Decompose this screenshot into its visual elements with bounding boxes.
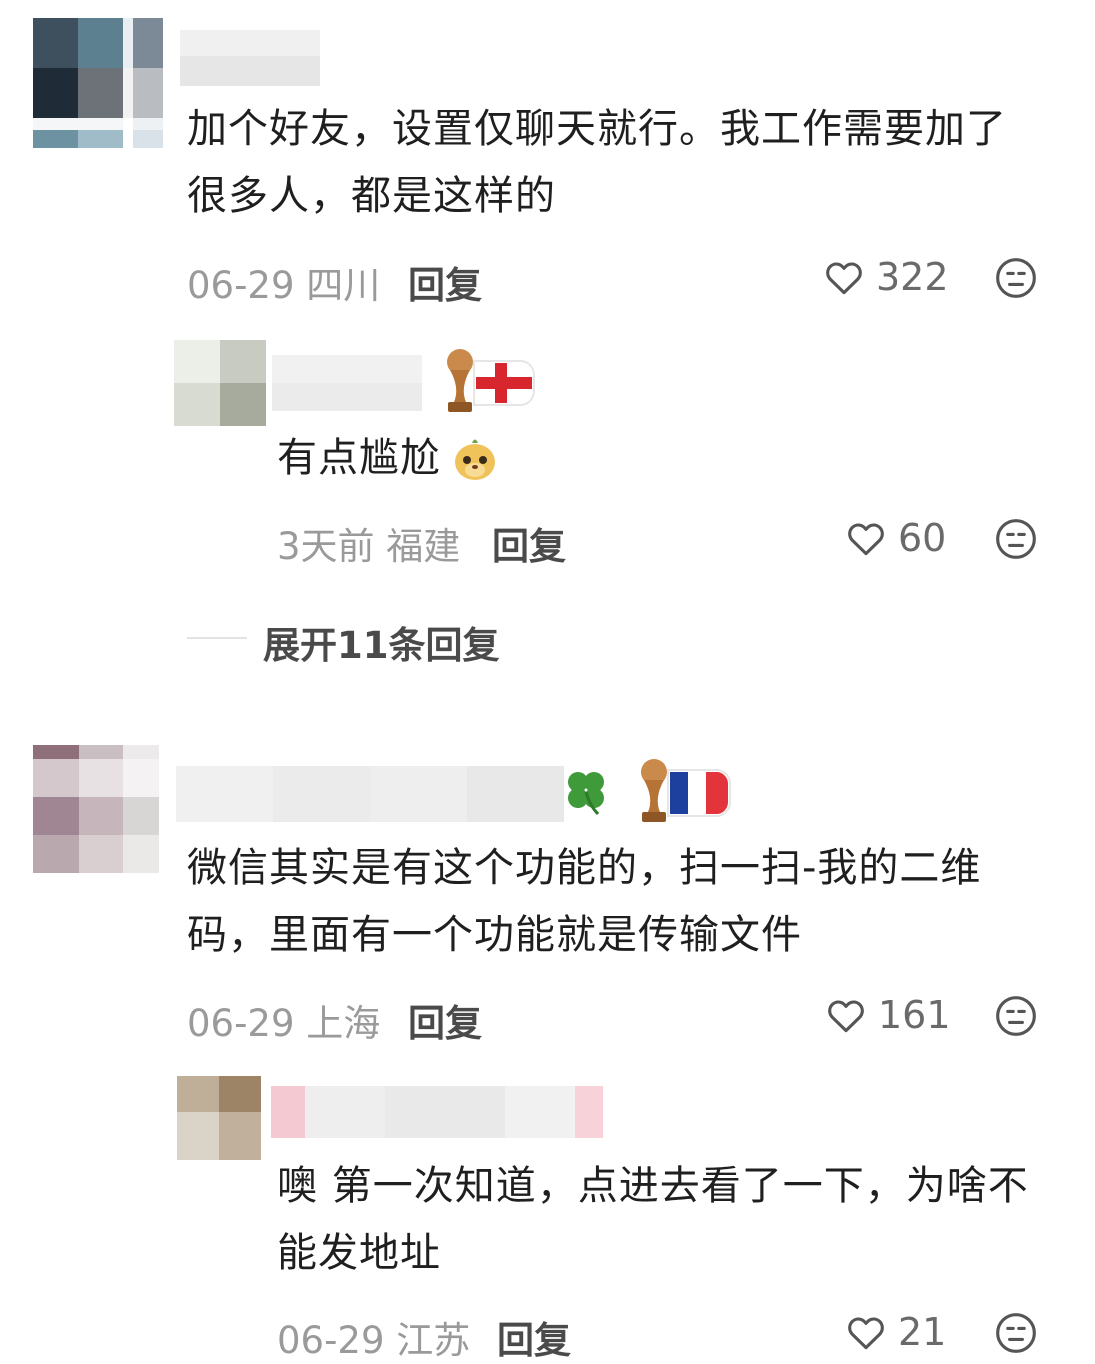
comment-date-location: 06-29 上海: [187, 1002, 381, 1045]
reply-text: 有点尴尬: [277, 425, 441, 492]
comment-text-line: 加个好友，设置仅聊天就行。我工作需要加了: [187, 106, 1007, 152]
reply-avatar[interactable]: [177, 1076, 261, 1160]
comment-text-line: 微信其实是有这个功能的，扫一扫-我的二维: [187, 845, 982, 891]
reply-username-blurred[interactable]: [272, 355, 422, 411]
heart-outline-icon: [844, 1310, 888, 1354]
like-count: 322: [876, 255, 949, 299]
comment-text-line: 码，里面有一个功能就是传输文件: [187, 912, 802, 958]
reply-text-content: 有点尴尬: [277, 435, 441, 481]
comment-text: 加个好友，设置仅聊天就行。我工作需要加了 很多人，都是这样的: [187, 96, 1067, 230]
heart-outline-icon: [844, 516, 888, 560]
expand-replies-button[interactable]: 展开11条回复: [263, 615, 500, 669]
reply-username-blurred[interactable]: [271, 1086, 603, 1138]
reply-text: 噢 第一次知道，点进去看了一下，为啥不 能发地址: [277, 1153, 1077, 1287]
like-count: 161: [878, 993, 951, 1037]
unhappy-face-icon[interactable]: [994, 517, 1038, 561]
like-count: 60: [898, 516, 947, 560]
reply-button[interactable]: 回复: [408, 255, 482, 309]
england-flag-icon: [470, 355, 538, 415]
username-blurred[interactable]: [180, 30, 320, 86]
username-blurred[interactable]: [176, 766, 564, 822]
avatar[interactable]: [33, 745, 159, 873]
reply-date-location: 3天前 福建: [277, 525, 461, 568]
france-flag-icon: [664, 764, 734, 826]
reply-date-location: 06-29 江苏: [277, 1319, 471, 1362]
meerkat-emoji-icon: [452, 434, 498, 486]
reply-text-line: 噢 第一次知道，点进去看了一下，为啥不: [277, 1163, 1029, 1209]
unhappy-face-icon[interactable]: [994, 1311, 1038, 1355]
heart-outline-icon: [822, 255, 866, 299]
unhappy-face-icon[interactable]: [994, 256, 1038, 300]
like-count: 21: [898, 1310, 947, 1354]
reply-avatar[interactable]: [174, 340, 266, 426]
four-leaf-clover-icon: [564, 768, 608, 820]
like-button[interactable]: 161: [824, 993, 951, 1037]
like-button[interactable]: 60: [844, 516, 946, 560]
reply-button[interactable]: 回复: [408, 993, 482, 1047]
comment-date-location: 06-29 四川: [187, 264, 381, 307]
comment-text: 微信其实是有这个功能的，扫一扫-我的二维 码，里面有一个功能就是传输文件: [187, 835, 1067, 969]
comment-text-line: 很多人，都是这样的: [187, 173, 556, 219]
reply-text-line: 能发地址: [277, 1230, 441, 1276]
like-button[interactable]: 322: [822, 255, 949, 299]
reply-button[interactable]: 回复: [497, 1310, 571, 1364]
reply-button[interactable]: 回复: [492, 516, 566, 570]
like-button[interactable]: 21: [844, 1310, 946, 1354]
unhappy-face-icon[interactable]: [994, 994, 1038, 1038]
avatar[interactable]: [33, 18, 163, 148]
heart-outline-icon: [824, 993, 868, 1037]
expand-divider: [187, 637, 247, 639]
